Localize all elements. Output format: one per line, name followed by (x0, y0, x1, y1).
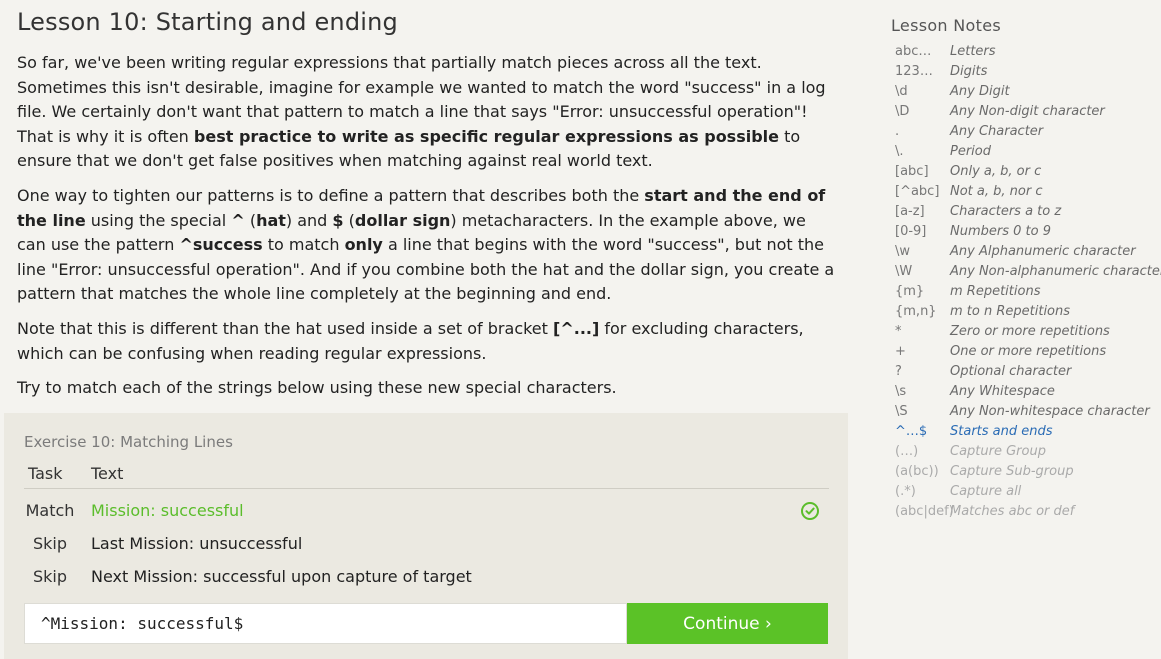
note-symbol: + (895, 344, 906, 359)
note-description: Any Alphanumeric character (950, 244, 1136, 259)
row-text: Last Mission: unsuccessful (91, 534, 303, 553)
continue-button[interactable]: Continue › (627, 603, 828, 644)
check-circle-icon (801, 502, 819, 520)
note-description: Any Character (950, 124, 1044, 139)
note-item[interactable]: * Zero or more repetitions (895, 322, 1161, 342)
lesson-paragraph-4: Try to match each of the strings below u… (17, 378, 617, 397)
note-symbol: (.*) (895, 484, 916, 499)
note-item[interactable]: + One or more repetitions (895, 342, 1161, 362)
note-symbol: (a(bc)) (895, 464, 939, 479)
note-description: Any Non-digit character (950, 104, 1105, 119)
note-symbol: ? (895, 364, 902, 379)
exercise-row-skip-1: Skip Last Mission: unsuccessful (4, 534, 848, 564)
exercise-title: Exercise 10: Matching Lines (24, 433, 233, 451)
note-item[interactable]: \. Period (895, 142, 1161, 162)
note-description: Period (950, 144, 991, 159)
lesson-content: Lesson 10: Starting and ending So far, w… (17, 0, 837, 397)
note-description: Any Non-whitespace character (950, 404, 1150, 419)
note-symbol: \W (895, 264, 913, 279)
lesson-paragraph-3: Note that this is different than the hat… (17, 319, 804, 363)
note-item: (…) Capture Group (895, 442, 1161, 462)
note-description: Capture Group (950, 444, 1046, 459)
note-item: (a(bc)) Capture Sub-group (895, 462, 1161, 482)
note-description: Digits (950, 64, 988, 79)
regex-input-wrapper (24, 603, 627, 644)
note-item[interactable]: {m} m Repetitions (895, 282, 1161, 302)
note-symbol: [0-9] (895, 224, 927, 239)
note-symbol: \s (895, 384, 907, 399)
note-symbol: \D (895, 104, 910, 119)
note-description: Any Digit (950, 84, 1010, 99)
note-description: One or more repetitions (950, 344, 1107, 359)
row-task-label: Skip (32, 567, 68, 586)
note-symbol: \w (895, 244, 911, 259)
note-description: Capture all (950, 484, 1022, 499)
note-item[interactable]: . Any Character (895, 122, 1161, 142)
note-symbol: (…) (895, 444, 919, 459)
note-description: m to n Repetitions (950, 304, 1071, 319)
header-divider (24, 488, 829, 489)
note-description: Optional character (950, 364, 1072, 379)
regex-input[interactable] (25, 604, 621, 642)
lesson-notes-list: abc… Letters 123… Digits \d Any Digit \D Any No… (895, 42, 1161, 522)
exercise-row-skip-2: Skip Next Mission: successful upon captu… (4, 567, 848, 597)
note-description: Starts and ends (950, 424, 1053, 439)
note-symbol: abc… (895, 44, 932, 59)
note-symbol: \. (895, 144, 904, 159)
note-symbol: [^abc] (895, 184, 940, 199)
lesson-title: Lesson 10: Starting and ending (17, 8, 398, 36)
note-description: Numbers 0 to 9 (950, 224, 1051, 239)
note-symbol: [abc] (895, 164, 929, 179)
note-symbol: {m,n} (895, 304, 937, 319)
note-symbol: * (895, 324, 902, 339)
column-header-text: Text (91, 464, 124, 483)
lesson-notes-title: Lesson Notes (891, 16, 1001, 35)
note-symbol: {m} (895, 284, 925, 299)
row-text: Next Mission: successful upon capture of… (91, 567, 472, 586)
note-description: Only a, b, or c (950, 164, 1042, 179)
note-symbol: 123… (895, 64, 933, 79)
note-description: Capture Sub-group (950, 464, 1074, 479)
note-item[interactable]: \w Any Alphanumeric character (895, 242, 1161, 262)
note-symbol: \S (895, 404, 908, 419)
note-description: Zero or more repetitions (950, 324, 1110, 339)
note-item[interactable]: {m,n} m to n Repetitions (895, 302, 1161, 322)
note-symbol: (abc|def) (895, 504, 954, 519)
note-symbol: . (895, 124, 900, 139)
note-item[interactable]: \d Any Digit (895, 82, 1161, 102)
note-item[interactable]: \s Any Whitespace (895, 382, 1161, 402)
note-item[interactable]: ^…$ Starts and ends (895, 422, 1161, 442)
note-symbol: [a-z] (895, 204, 925, 219)
row-text: Mission: successful (91, 501, 244, 520)
note-description: Matches abc or def (950, 504, 1075, 519)
note-item[interactable]: [^abc] Not a, b, nor c (895, 182, 1161, 202)
row-task-label: Skip (32, 534, 68, 553)
note-item[interactable]: abc… Letters (895, 42, 1161, 62)
note-description: Letters (950, 44, 996, 59)
note-description: m Repetitions (950, 284, 1041, 299)
note-item[interactable]: \W Any Non-alphanumeric character (895, 262, 1161, 282)
note-item[interactable]: [a-z] Characters a to z (895, 202, 1161, 222)
note-symbol: \d (895, 84, 908, 99)
note-item[interactable]: \D Any Non-digit character (895, 102, 1161, 122)
note-description: Any Whitespace (950, 384, 1055, 399)
note-item: (.*) Capture all (895, 482, 1161, 502)
row-task-label: Match (25, 501, 75, 520)
column-header-task: Task (28, 464, 63, 483)
lesson-notes-panel: Lesson Notes abc… Letters 123… Digits \d Any … (891, 15, 1161, 519)
lesson-paragraph-2: One way to tighten our patterns is to de… (17, 186, 835, 303)
lesson-paragraph-1: So far, we've been writing regular expre… (17, 53, 826, 170)
note-item[interactable]: [0-9] Numbers 0 to 9 (895, 222, 1161, 242)
note-symbol: ^…$ (895, 424, 928, 439)
note-description: Not a, b, nor c (950, 184, 1043, 199)
note-description: Characters a to z (950, 204, 1062, 219)
note-item[interactable]: ? Optional character (895, 362, 1161, 382)
exercise-panel: Exercise 10: Matching Lines Task Text Ma… (4, 413, 848, 659)
exercise-row-match: Match Mission: successful (4, 501, 848, 531)
note-description: Any Non-alphanumeric character (950, 264, 1161, 279)
note-item[interactable]: [abc] Only a, b, or c (895, 162, 1161, 182)
note-item[interactable]: \S Any Non-whitespace character (895, 402, 1161, 422)
note-item: (abc|def) Matches abc or def (895, 502, 1161, 522)
note-item[interactable]: 123… Digits (895, 62, 1161, 82)
